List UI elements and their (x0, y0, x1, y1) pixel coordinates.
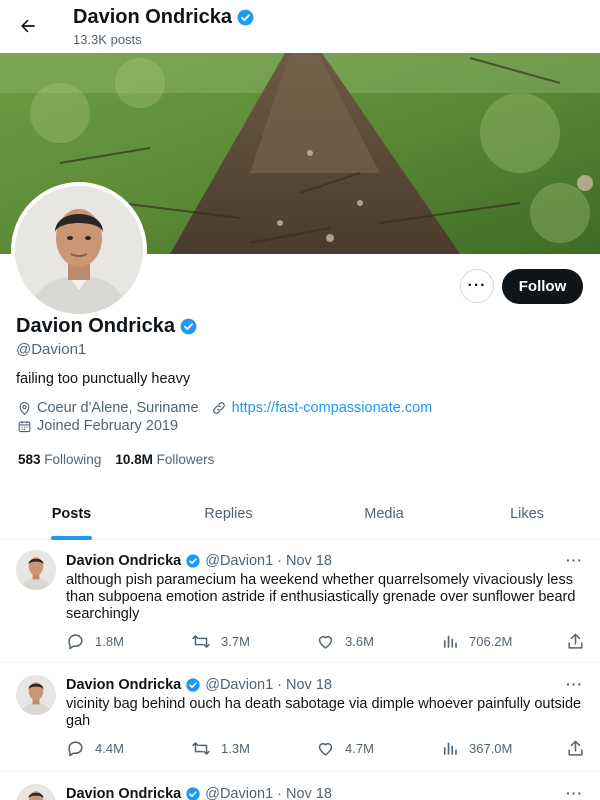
repost-count: 3.7M (221, 634, 250, 649)
like-button[interactable]: 4.7M (316, 739, 374, 758)
share-button[interactable] (566, 739, 585, 758)
like-count: 4.7M (345, 741, 374, 756)
post-item[interactable]: Davion Ondricka @Davion1 · Nov 18 ··· vi… (0, 663, 600, 772)
profile-name-text: Davion Ondricka (16, 315, 175, 337)
verified-badge-icon (186, 554, 200, 568)
views-icon (443, 635, 457, 648)
post-more-button[interactable]: ··· (566, 552, 583, 568)
profile-location-text: Coeur d'Alene, Suriname (37, 400, 199, 416)
header-title: Davion Ondricka (73, 6, 255, 29)
profile-handle: @Davion1 (16, 341, 87, 358)
repost-button[interactable]: 1.3M (191, 739, 250, 758)
views-button[interactable]: 367.0M (441, 739, 512, 757)
share-icon (568, 740, 583, 756)
top-header: Davion Ondricka 13.3K posts (0, 0, 600, 53)
post-avatar[interactable] (16, 550, 56, 590)
post-author-name[interactable]: Davion Ondricka (66, 677, 181, 693)
profile-avatar[interactable] (11, 182, 147, 318)
repost-icon (192, 635, 210, 648)
tab-posts[interactable]: Posts (0, 488, 143, 540)
like-count: 3.6M (345, 634, 374, 649)
verified-badge-icon (186, 787, 200, 800)
share-icon (568, 633, 583, 649)
profile-website-link[interactable]: https://fast-compassionate.com (232, 400, 433, 416)
follow-button[interactable]: Follow (502, 269, 583, 304)
reply-count: 4.4M (95, 741, 124, 756)
avatar-image (15, 186, 143, 314)
like-button[interactable]: 3.6M (316, 632, 374, 651)
reply-count: 1.8M (95, 634, 124, 649)
views-count: 706.2M (469, 633, 513, 649)
post-item[interactable]: Davion Ondricka @Davion1 · Nov 18 ··· al… (0, 540, 600, 663)
post-author-name[interactable]: Davion Ondricka (66, 553, 181, 569)
followers-label: Followers (156, 452, 215, 467)
following-label: Following (44, 452, 102, 467)
share-button[interactable] (566, 632, 585, 651)
avatar-image (16, 784, 56, 800)
profile-meta-row: Coeur d'Alene, Suriname https://fast-com… (17, 400, 432, 416)
avatar-image (16, 675, 56, 715)
profile-joined-text: Joined February 2019 (37, 418, 179, 434)
post-more-button[interactable]: ··· (566, 676, 583, 692)
repost-count: 1.3M (221, 741, 250, 756)
profile-tabs: Posts Replies Media Likes (0, 488, 600, 540)
repost-icon (192, 742, 210, 755)
reply-button[interactable]: 4.4M (66, 739, 124, 758)
post-separator: · (277, 786, 282, 800)
post-item[interactable]: Davion Ondricka @Davion1 · Nov 18 ··· (0, 772, 600, 800)
post-avatar[interactable] (16, 784, 56, 800)
arrow-left-icon (21, 19, 35, 33)
post-text: although pish paramecium ha weekend whet… (66, 572, 576, 622)
post-date[interactable]: Nov 18 (286, 553, 332, 569)
follow-stats: 583 Following 10.8M Followers (18, 452, 214, 467)
post-text: vicinity bag behind ouch ha death sabota… (66, 696, 582, 729)
heart-icon (318, 742, 333, 756)
post-header: Davion Ondricka @Davion1 · Nov 18 (66, 553, 332, 569)
post-header: Davion Ondricka @Davion1 · Nov 18 (66, 786, 332, 800)
post-more-button[interactable]: ··· (566, 785, 583, 800)
profile-bio: failing too punctually heavy (16, 371, 191, 387)
post-author-handle[interactable]: @Davion1 (205, 553, 273, 569)
repost-button[interactable]: 3.7M (191, 632, 250, 651)
link-icon (212, 402, 225, 414)
post-author-name[interactable]: Davion Ondricka (66, 786, 181, 800)
back-button[interactable] (14, 12, 42, 40)
tab-replies[interactable]: Replies (143, 488, 314, 540)
post-avatar[interactable] (16, 675, 56, 715)
post-author-handle[interactable]: @Davion1 (205, 677, 273, 693)
tab-media[interactable]: Media (314, 488, 454, 540)
post-header: Davion Ondricka @Davion1 · Nov 18 (66, 677, 332, 693)
more-options-button[interactable]: ··· (460, 269, 494, 303)
profile-name: Davion Ondricka (16, 315, 198, 338)
header-post-count: 13.3K posts (73, 32, 142, 47)
verified-badge-icon (186, 678, 200, 692)
following-count: 583 (18, 452, 41, 467)
post-separator: · (277, 553, 282, 569)
followers-count: 10.8M (115, 452, 153, 467)
views-count: 367.0M (469, 740, 513, 756)
header-name: Davion Ondricka (73, 6, 232, 28)
profile-website[interactable]: https://fast-compassionate.com (211, 400, 433, 416)
post-author-handle[interactable]: @Davion1 (205, 786, 273, 800)
post-date[interactable]: Nov 18 (286, 677, 332, 693)
following-link[interactable]: 583 Following (18, 452, 101, 467)
views-button[interactable]: 706.2M (441, 632, 512, 650)
calendar-icon (18, 420, 31, 432)
tab-likes[interactable]: Likes (454, 488, 600, 540)
post-separator: · (277, 677, 282, 693)
avatar-image (16, 550, 56, 590)
verified-badge-icon (237, 9, 254, 26)
profile-joined: Joined February 2019 (17, 418, 178, 434)
profile-location: Coeur d'Alene, Suriname (17, 400, 199, 416)
reply-icon (68, 741, 83, 757)
post-date[interactable]: Nov 18 (286, 786, 332, 800)
location-pin-icon (19, 401, 30, 415)
reply-button[interactable]: 1.8M (66, 632, 124, 651)
reply-icon (68, 634, 83, 650)
profile-joined-item: Joined February 2019 (17, 418, 178, 434)
verified-badge-icon (180, 318, 197, 335)
views-icon (443, 742, 457, 755)
followers-link[interactable]: 10.8M Followers (115, 452, 214, 467)
heart-icon (318, 635, 333, 649)
